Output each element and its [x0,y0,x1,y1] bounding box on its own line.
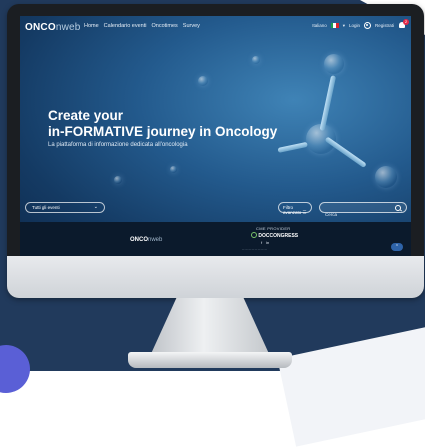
search-input[interactable] [325,212,385,217]
events-select-value: Tutti gli eventi [32,205,60,210]
search-icon[interactable] [395,205,401,211]
login-link[interactable]: Login [349,23,360,28]
molecule-bond [324,136,367,169]
nav-item-calendar[interactable]: Calendario eventi [104,23,147,29]
molecule-atom [375,166,397,188]
italy-flag-icon [330,23,339,28]
footer-logo-suffix: nweb [148,237,163,243]
nav-item-oncotimes[interactable]: Oncotimes [151,23,177,29]
hero-subtitle: La piattaforma di informazione dedicata … [48,142,188,148]
nav-right: Italiano ▾ Login Registrati 2 [312,19,409,30]
nav-links: Home Calendario eventi Oncotimes Survey [84,23,200,29]
advanced-filter-button[interactable]: Filtro avanzato ☰ [278,202,312,215]
filter-icon: ☰ [302,210,307,215]
monitor-screen: ONCOnweb Home Calendario eventi Oncotime… [20,16,411,256]
footer-legal-text: — — — — — — — — [242,248,267,251]
events-select[interactable]: Tutti gli eventi ⌄ [25,202,105,213]
footer-logo[interactable]: ONCOnweb [130,237,162,243]
advanced-filter-label: Filtro avanzato [283,205,302,215]
hero-title-line2: in-FORMATIVE journey in Oncology [48,124,278,139]
hero-title-line1: Create your [48,108,124,123]
user-icon[interactable] [363,22,371,29]
filter-bar: Tutti gli eventi ⌄ Filtro avanzato ☰ [20,202,411,217]
molecule-atom [252,56,260,64]
search-box[interactable] [319,202,407,217]
molecule-atom [114,176,122,184]
back-to-top-button[interactable]: ⌃ [391,243,403,251]
chevron-down-icon[interactable]: ▾ [343,23,345,29]
molecule-atom [170,166,177,173]
provider-logo-icon [251,232,257,238]
site-logo[interactable]: ONCOnweb [25,22,81,33]
nav-item-home[interactable]: Home [84,23,99,29]
social-links: f in [261,240,269,245]
notification-badge: 2 [403,19,409,25]
nav-item-survey[interactable]: Survey [183,23,200,29]
provider-name: DOCCONGRESS [258,233,299,239]
cme-provider-label: CME PROVIDER [256,226,291,231]
monitor-stand-base [128,352,292,368]
register-link[interactable]: Registrati [375,23,394,28]
molecule-atom [198,76,208,86]
provider-logo[interactable]: DOCCONGRESS [251,232,298,239]
molecule-atom [324,54,344,74]
molecule-bond [319,75,337,132]
top-nav: ONCOnweb Home Calendario eventi Oncotime… [20,16,411,36]
bell-icon[interactable]: 2 [398,19,409,30]
chevron-down-icon: ⌄ [93,204,98,210]
molecule-bond [277,141,308,153]
linkedin-icon[interactable]: in [266,240,269,245]
language-selector[interactable]: Italiano [312,23,327,28]
logo-suffix: nweb [55,22,81,33]
hero-title: Create your in-FORMATIVE journey in Onco… [48,108,277,140]
footer-logo-main: ONCO [130,237,148,243]
logo-main: ONCO [25,22,56,33]
monitor-chin [7,256,424,298]
facebook-icon[interactable]: f [261,240,262,245]
site-footer: ONCOnweb CME PROVIDER DOCCONGRESS f in —… [20,222,411,256]
